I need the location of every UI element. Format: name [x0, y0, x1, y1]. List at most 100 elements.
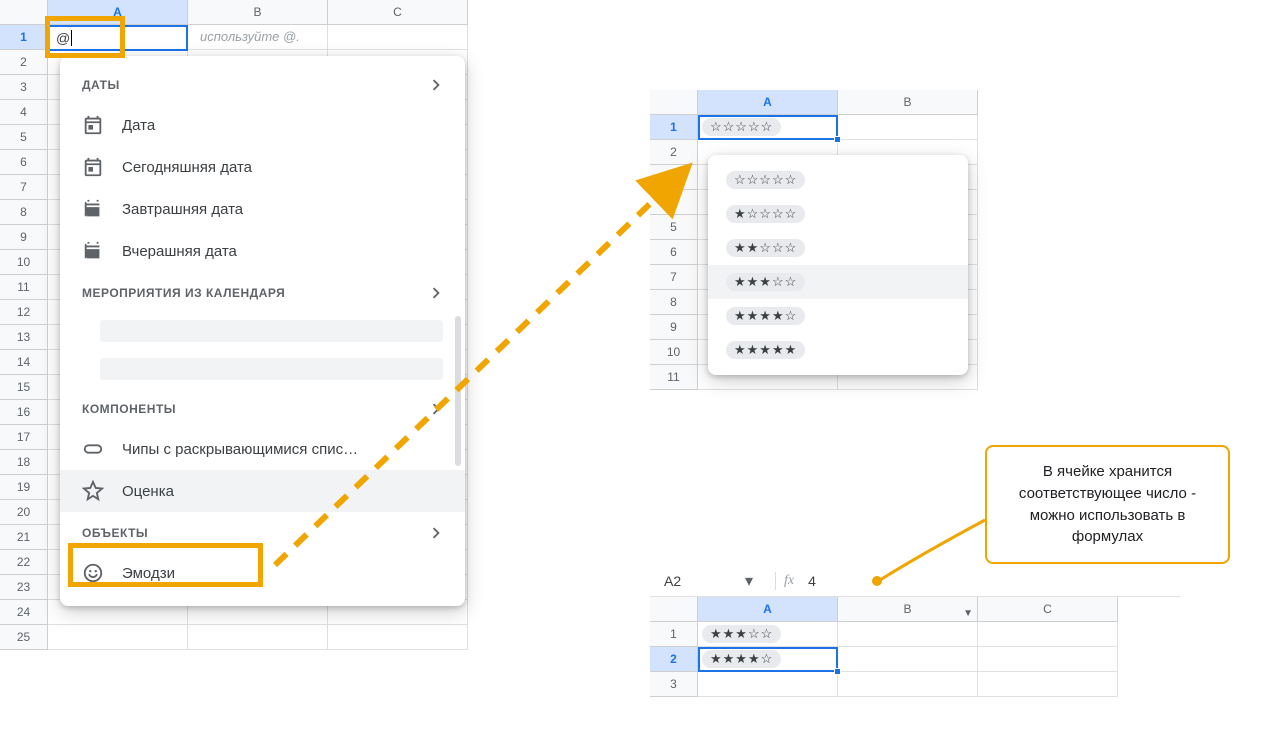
calendar-event-placeholder[interactable] — [60, 350, 465, 388]
row-header[interactable]: 2 — [650, 140, 698, 165]
menu-section-components[interactable]: КОМПОНЕНТЫ — [60, 388, 465, 428]
cell[interactable]: ☆☆☆☆☆ — [698, 115, 838, 140]
cell[interactable] — [978, 647, 1118, 672]
row-header[interactable]: 21 — [0, 525, 48, 550]
row-header[interactable]: 25 — [0, 625, 48, 650]
col-header-B[interactable]: B — [188, 0, 328, 25]
col-header-C[interactable]: C — [328, 0, 468, 25]
formula-bar-value[interactable]: 4 — [808, 573, 816, 589]
rating-option[interactable]: ★★☆☆☆ — [708, 231, 968, 265]
cell[interactable] — [838, 115, 978, 140]
row-header[interactable]: 23 — [0, 575, 48, 600]
row-header[interactable]: 15 — [0, 375, 48, 400]
row-header[interactable]: 3 — [0, 75, 48, 100]
col-header-A[interactable]: A — [698, 597, 838, 622]
row-header[interactable]: 20 — [0, 500, 48, 525]
row-header[interactable]: 13 — [0, 325, 48, 350]
row-header[interactable]: 5 — [650, 215, 698, 240]
cell[interactable] — [188, 625, 328, 650]
cell[interactable] — [838, 647, 978, 672]
chevron-right-icon — [425, 398, 447, 420]
row-header[interactable]: 9 — [650, 315, 698, 340]
col-header-B[interactable]: B — [838, 90, 978, 115]
row-header[interactable]: 1 — [0, 25, 48, 50]
row-header[interactable]: 10 — [650, 340, 698, 365]
cell[interactable] — [978, 672, 1118, 697]
column-header-row: A B C — [0, 0, 560, 25]
col-header-C[interactable]: C — [978, 597, 1118, 622]
cell[interactable]: ★★★☆☆ — [698, 622, 838, 647]
menu-item-dropdown-chips[interactable]: Чипы с раскрывающимися спис… — [60, 428, 465, 470]
menu-item-tomorrow[interactable]: Завтрашняя дата — [60, 188, 465, 230]
rating-option[interactable]: ★★★★☆ — [708, 299, 968, 333]
rating-option[interactable]: ★☆☆☆☆ — [708, 197, 968, 231]
col-header-A[interactable]: A — [698, 90, 838, 115]
cell[interactable] — [328, 25, 468, 50]
row-header[interactable]: 6 — [650, 240, 698, 265]
row-header[interactable]: 6 — [0, 150, 48, 175]
selection-handle[interactable] — [834, 668, 841, 675]
rating-option[interactable]: ★★★★★ — [708, 333, 968, 367]
rating-option[interactable]: ★★★☆☆ — [708, 265, 968, 299]
row-header[interactable]: 10 — [0, 250, 48, 275]
row-header[interactable]: 2 — [650, 647, 698, 672]
row-header[interactable]: 24 — [0, 600, 48, 625]
row-header[interactable]: 11 — [650, 365, 698, 390]
row-header[interactable]: 7 — [0, 175, 48, 200]
menu-section-dates[interactable]: ДАТЫ — [60, 64, 465, 104]
menu-item-yesterday[interactable]: Вчерашняя дата — [60, 230, 465, 272]
cell[interactable] — [328, 625, 468, 650]
row-header[interactable]: 2 — [0, 50, 48, 75]
row-header[interactable]: 1 — [650, 115, 698, 140]
cell[interactable] — [48, 625, 188, 650]
menu-section-dates-label: ДАТЫ — [82, 78, 120, 92]
menu-item-rating[interactable]: Оценка — [60, 470, 465, 512]
row-header[interactable]: 12 — [0, 300, 48, 325]
row-header[interactable]: 11 — [0, 275, 48, 300]
col-header-A[interactable]: A — [48, 0, 188, 25]
row-header[interactable]: 3 — [650, 165, 698, 190]
select-all-corner[interactable] — [650, 90, 698, 115]
cell-editor[interactable]: @ — [48, 25, 188, 51]
cell[interactable] — [978, 622, 1118, 647]
row-header[interactable]: 4 — [650, 190, 698, 215]
name-box[interactable]: A2 — [650, 573, 745, 589]
menu-item-emoji[interactable]: Эмодзи — [60, 552, 465, 594]
select-all-corner[interactable] — [650, 597, 698, 622]
calendar-icon — [82, 240, 104, 262]
row-header[interactable]: 9 — [0, 225, 48, 250]
row-header[interactable]: 7 — [650, 265, 698, 290]
cell[interactable] — [698, 672, 838, 697]
row-header[interactable]: 16 — [0, 400, 48, 425]
name-box-dropdown-icon[interactable]: ▾ — [745, 571, 767, 591]
row-header[interactable]: 22 — [0, 550, 48, 575]
row-header[interactable]: 18 — [0, 450, 48, 475]
rating-chip[interactable]: ★★★☆☆ — [702, 625, 781, 643]
row-header[interactable]: 14 — [0, 350, 48, 375]
menu-section-objects[interactable]: ОБЪЕКТЫ — [60, 512, 465, 552]
row-header[interactable]: 5 — [0, 125, 48, 150]
row-header[interactable]: 8 — [650, 290, 698, 315]
menu-scrollbar[interactable] — [455, 316, 461, 466]
menu-item-date[interactable]: Дата — [60, 104, 465, 146]
menu-item-today[interactable]: Сегодняшняя дата — [60, 146, 465, 188]
col-header-B[interactable]: B▼ — [838, 597, 978, 622]
cell[interactable] — [838, 622, 978, 647]
rating-chip[interactable]: ☆☆☆☆☆ — [702, 118, 781, 136]
cell[interactable] — [838, 672, 978, 697]
row-header[interactable]: 17 — [0, 425, 48, 450]
cell[interactable]: ★★★★☆ — [698, 647, 838, 672]
menu-section-calendar[interactable]: МЕРОПРИЯТИЯ ИЗ КАЛЕНДАРЯ — [60, 272, 465, 312]
row-header[interactable]: 3 — [650, 672, 698, 697]
calendar-event-placeholder[interactable] — [60, 312, 465, 350]
rating-option[interactable]: ☆☆☆☆☆ — [708, 163, 968, 197]
row-header[interactable]: 19 — [0, 475, 48, 500]
selection-handle[interactable] — [834, 136, 841, 143]
menu-item-date-label: Дата — [122, 117, 443, 134]
menu-section-objects-label: ОБЪЕКТЫ — [82, 526, 148, 540]
row-header[interactable]: 1 — [650, 622, 698, 647]
select-all-corner[interactable] — [0, 0, 48, 25]
row-header[interactable]: 4 — [0, 100, 48, 125]
rating-chip[interactable]: ★★★★☆ — [702, 650, 781, 668]
row-header[interactable]: 8 — [0, 200, 48, 225]
